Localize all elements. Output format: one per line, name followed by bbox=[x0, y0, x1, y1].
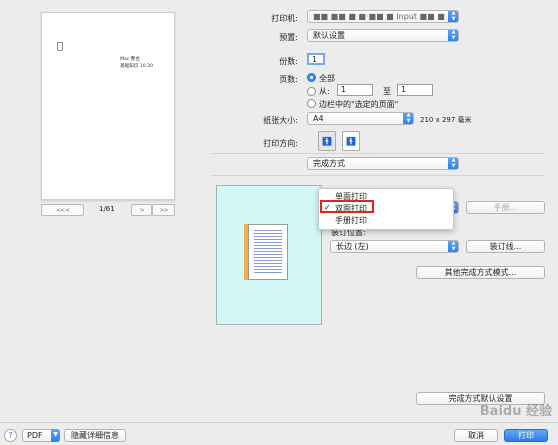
printer-value: ■■ ■■ ■ ■·■■ ■ Input ■■ ■ ■inter bbox=[313, 12, 459, 21]
print-button[interactable]: 打印 bbox=[504, 429, 548, 442]
orientation-portrait-icon[interactable]: 🚹 bbox=[318, 131, 336, 151]
first-prev-page-button[interactable]: << < bbox=[41, 204, 84, 216]
paper-size-label: 纸张大小: bbox=[263, 116, 298, 125]
mini-page-icon bbox=[248, 224, 288, 280]
binding-position-select[interactable]: 长边 (左) ▲ ▼ bbox=[330, 240, 459, 253]
section-divider bbox=[211, 175, 544, 176]
chevron-updown-icon: ▲▼ bbox=[403, 113, 413, 124]
selection-highlight-box bbox=[320, 200, 374, 213]
section-divider bbox=[211, 153, 544, 154]
pages-from-input[interactable]: 1 bbox=[337, 84, 373, 96]
pdf-label: PDF bbox=[27, 431, 43, 440]
pages-to-label: 至 bbox=[383, 87, 391, 96]
hide-details-button[interactable]: 隐藏详细信息 bbox=[64, 429, 126, 442]
section-select[interactable]: 完成方式 ▲ ▼ bbox=[307, 157, 459, 170]
page-preview:  Mac 整合 基础知识 10.30 bbox=[41, 12, 175, 200]
orientation-landscape-icon[interactable]: 🚹 bbox=[342, 131, 360, 151]
printer-label: 打印机: bbox=[271, 14, 298, 23]
chevron-updown-icon: ▲▼ bbox=[448, 30, 458, 41]
help-icon[interactable]: ? bbox=[4, 429, 17, 442]
duplex-preview-thumbnail bbox=[216, 185, 322, 325]
pages-to-input[interactable]: 1 bbox=[397, 84, 433, 96]
page-indicator: 1/61 bbox=[99, 205, 115, 213]
pages-selection-label: 边栏中的"选定的页面" bbox=[319, 100, 399, 109]
chevron-down-icon: ▼ bbox=[51, 429, 60, 442]
chevron-updown-icon: ▲▼ bbox=[448, 11, 458, 22]
pages-from-label: 从: bbox=[319, 87, 330, 96]
section-value: 完成方式 bbox=[313, 159, 345, 168]
preview-text-line: 基础知识 10.30 bbox=[120, 64, 153, 69]
cancel-button[interactable]: 取消 bbox=[454, 429, 498, 442]
menu-item-booklet[interactable]: 手册打印 bbox=[335, 215, 367, 226]
footer-divider bbox=[0, 422, 558, 423]
presets-value: 默认设置 bbox=[313, 31, 345, 40]
apple-logo-icon:  bbox=[57, 41, 63, 52]
last-page-button[interactable]: >> bbox=[152, 204, 175, 216]
pages-all-radio[interactable] bbox=[307, 73, 316, 82]
copies-input[interactable]: 1 bbox=[307, 53, 325, 65]
binding-position-value: 长边 (左) bbox=[336, 242, 369, 251]
pages-all-label: 全部 bbox=[319, 74, 335, 83]
presets-label: 预置: bbox=[279, 33, 298, 42]
paper-dimensions: 210 x 297 毫米 bbox=[420, 116, 472, 124]
baidu-watermark: Baidu 经验 bbox=[479, 404, 552, 419]
chevron-updown-icon: ▲▼ bbox=[448, 241, 458, 252]
gutter-button[interactable]: 装订线... bbox=[466, 240, 545, 253]
next-page-button[interactable]: > bbox=[131, 204, 152, 216]
manual-settings-button[interactable]: 手册... bbox=[466, 201, 545, 214]
pages-selection-radio[interactable] bbox=[307, 99, 316, 108]
other-finishing-button[interactable]: 其他完成方式模式... bbox=[416, 266, 545, 279]
paper-size-select[interactable]: A4 ▲ ▼ bbox=[307, 112, 414, 125]
pages-label: 页数: bbox=[279, 75, 298, 84]
presets-select[interactable]: 默认设置 ▲ ▼ bbox=[307, 29, 459, 42]
pages-range-radio[interactable] bbox=[307, 87, 316, 96]
orientation-label: 打印方向: bbox=[263, 139, 298, 148]
preview-text-line: Mac 整合 bbox=[120, 57, 140, 62]
printer-select[interactable]: ■■ ■■ ■ ■·■■ ■ Input ■■ ■ ■inter ▲ ▼ bbox=[307, 10, 459, 23]
pdf-menu-button[interactable]: PDF ▼ bbox=[22, 429, 60, 442]
paper-size-value: A4 bbox=[313, 114, 324, 123]
chevron-updown-icon: ▲▼ bbox=[448, 158, 458, 169]
copies-label: 份数: bbox=[279, 57, 298, 66]
